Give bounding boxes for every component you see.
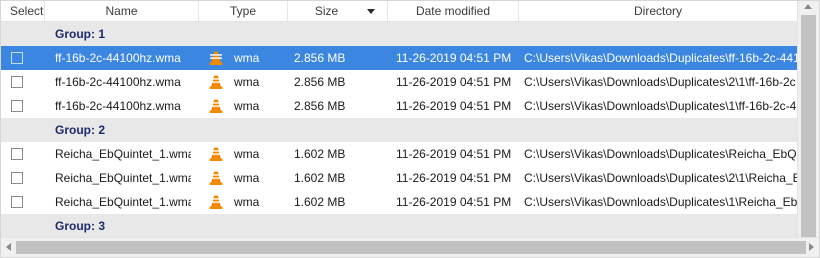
horizontal-scroll-thumb[interactable] <box>16 241 806 254</box>
column-select-label: Select <box>10 4 44 18</box>
horizontal-scrollbar[interactable] <box>1 237 819 257</box>
sort-descending-icon <box>367 9 375 14</box>
vlc-icon <box>208 98 224 114</box>
file-directory: C:\Users\Vikas\Downloads\Duplicates\1\Re… <box>524 195 797 209</box>
file-directory: C:\Users\Vikas\Downloads\Duplicates\ff-1… <box>524 51 797 65</box>
file-size: 2.856 MB <box>294 51 346 65</box>
vlc-icon <box>208 194 224 210</box>
file-row[interactable]: ff-16b-2c-44100hz.wma wma 2.856 MB 11-26-20… <box>1 46 797 70</box>
file-date-modified: 11-26-2019 04:51 PM <box>396 195 512 209</box>
column-directory[interactable]: Directory <box>519 1 797 22</box>
column-header: Select Name Type Size Date modified Dire… <box>1 1 797 22</box>
column-name-label: Name <box>105 4 138 18</box>
file-name: ff-16b-2c-44100hz.wma <box>55 51 181 65</box>
file-size: 1.602 MB <box>294 171 346 185</box>
column-directory-label: Directory <box>633 4 682 18</box>
file-size: 2.856 MB <box>294 99 346 113</box>
vlc-icon <box>208 146 224 162</box>
group-row[interactable]: Group: 1 <box>1 22 797 46</box>
column-select[interactable]: Select <box>1 1 45 22</box>
scroll-left-icon[interactable] <box>6 243 11 251</box>
scroll-right-icon[interactable] <box>809 243 814 251</box>
file-row[interactable]: Reicha_EbQuintet_1.wma wma 1.602 MB 11-26-2… <box>1 190 797 214</box>
file-type: wma <box>234 147 260 161</box>
group-row[interactable]: Group: 3 <box>1 214 797 237</box>
select-checkbox[interactable] <box>11 52 23 64</box>
scroll-up-icon[interactable] <box>804 4 812 9</box>
file-size: 1.602 MB <box>294 195 346 209</box>
file-directory: C:\Users\Vikas\Downloads\Duplicates\2\1\… <box>524 171 797 185</box>
vlc-icon <box>208 74 224 90</box>
file-directory: C:\Users\Vikas\Downloads\Duplicates\2\1\… <box>524 75 796 89</box>
column-type[interactable]: Type <box>199 1 288 22</box>
select-checkbox[interactable] <box>11 100 23 112</box>
file-date-modified: 11-26-2019 04:51 PM <box>396 51 512 65</box>
column-type-label: Type <box>229 4 256 18</box>
select-checkbox[interactable] <box>11 76 23 88</box>
file-date-modified: 11-26-2019 04:51 PM <box>396 147 512 161</box>
duplicates-list-view: Select Name Type Size Date modified Dire… <box>0 0 820 258</box>
column-date-label: Date modified <box>415 4 491 18</box>
file-name: Reicha_EbQuintet_1.wma <box>55 195 191 209</box>
file-date-modified: 11-26-2019 04:51 PM <box>396 75 512 89</box>
file-type: wma <box>234 51 260 65</box>
file-type: wma <box>234 195 260 209</box>
vlc-icon <box>208 170 224 186</box>
file-name: Reicha_EbQuintet_1.wma <box>55 171 191 185</box>
group-row[interactable]: Group: 2 <box>1 118 797 142</box>
vlc-icon <box>208 50 224 66</box>
file-row[interactable]: Reicha_EbQuintet_1.wma wma 1.602 MB 11-26-2… <box>1 166 797 190</box>
file-name: ff-16b-2c-44100hz.wma <box>55 75 181 89</box>
column-size[interactable]: Size <box>288 1 388 22</box>
file-type: wma <box>234 99 260 113</box>
select-checkbox[interactable] <box>11 172 23 184</box>
file-date-modified: 11-26-2019 04:51 PM <box>396 99 512 113</box>
file-row[interactable]: ff-16b-2c-44100hz.wma wma 2.856 MB 11-26-20… <box>1 70 797 94</box>
file-directory: C:\Users\Vikas\Downloads\Duplicates\Reic… <box>524 147 797 161</box>
file-type: wma <box>234 75 260 89</box>
file-name: ff-16b-2c-44100hz.wma <box>55 99 181 113</box>
file-date-modified: 11-26-2019 04:51 PM <box>396 171 512 185</box>
file-size: 2.856 MB <box>294 75 346 89</box>
column-date-modified[interactable]: Date modified <box>388 1 519 22</box>
column-size-label: Size <box>314 4 339 18</box>
vertical-scrollbar[interactable] <box>797 1 819 245</box>
vertical-scroll-thumb[interactable] <box>801 15 816 245</box>
column-name[interactable]: Name <box>45 1 199 22</box>
file-name: Reicha_EbQuintet_1.wma <box>55 147 191 161</box>
file-row[interactable]: ff-16b-2c-44100hz.wma wma 2.856 MB 11-26-20… <box>1 94 797 118</box>
group-label: Group: 3 <box>55 219 105 233</box>
select-checkbox[interactable] <box>11 148 23 160</box>
file-size: 1.602 MB <box>294 147 346 161</box>
group-label: Group: 2 <box>55 123 105 137</box>
file-directory: C:\Users\Vikas\Downloads\Duplicates\1\ff… <box>524 99 797 113</box>
select-checkbox[interactable] <box>11 196 23 208</box>
group-label: Group: 1 <box>55 27 105 41</box>
rows-container: Group: 1 ff-16b-2c-44100hz.wma wma 2.856 MB… <box>1 22 797 237</box>
file-type: wma <box>234 171 260 185</box>
file-row[interactable]: Reicha_EbQuintet_1.wma wma 1.602 MB 11-26-2… <box>1 142 797 166</box>
